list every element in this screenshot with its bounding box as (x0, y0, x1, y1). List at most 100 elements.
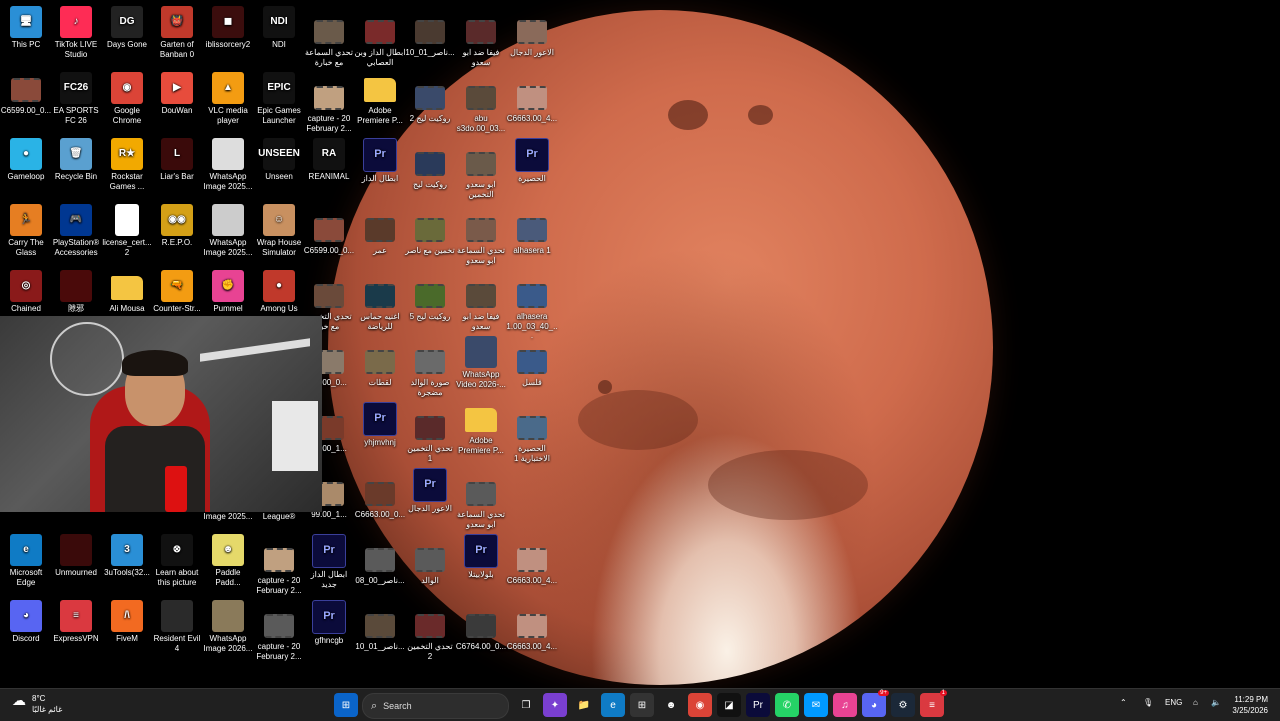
desktop-icon[interactable]: FC26 EA SPORTS FC 26 (50, 72, 102, 125)
desktop-icon[interactable]: ● Gameloop (0, 138, 52, 182)
desktop-icon[interactable]: عمر (354, 212, 406, 256)
desktop-icon[interactable]: Resident Evil 4 (151, 600, 203, 653)
desktop-icon[interactable]: الوالد (404, 542, 456, 586)
desktop-icon[interactable]: ✊ Pummel (202, 270, 254, 314)
desktop-icon[interactable]: ▶ DouWan (151, 72, 203, 116)
desktop-icon[interactable]: تحدي التخمين 1 (404, 410, 456, 463)
desktop-icon[interactable]: L Liar's Bar (151, 138, 203, 182)
microphone-icon[interactable]: 🎙 (1143, 698, 1153, 707)
desktop-icon[interactable]: اغنيه حماس للرياضة (354, 278, 406, 331)
desktop-icon[interactable]: C6663.00_4... (506, 80, 558, 124)
desktop-icon[interactable]: C6663.00_4... (506, 608, 558, 652)
desktop-icon[interactable]: WhatsApp Image 2025... (202, 204, 254, 257)
capcut-icon[interactable]: ◪ (717, 693, 741, 717)
microsoft-store-icon[interactable]: ⊞ (630, 693, 654, 717)
desktop-icon[interactable]: capture - 20 February 2... (303, 80, 355, 133)
desktop-icon[interactable]: capture - 20 February 2... (253, 542, 305, 595)
desktop-icon[interactable]: 隙邪 (50, 270, 102, 314)
desktop-icon[interactable]: ◉◉ R.E.P.O. (151, 204, 203, 248)
desktop-icon[interactable]: 🖥 This PC (0, 6, 52, 50)
desktop-icon[interactable]: 👹 Garten of Banban 0 (151, 6, 203, 59)
desktop-icon[interactable]: ☺ Wrap House Simulator (253, 204, 305, 257)
desktop-icon[interactable]: قلسل (506, 344, 558, 388)
desktop-icon[interactable]: DG Days Gone (101, 6, 153, 50)
language-indicator[interactable]: ENG (1165, 698, 1182, 707)
desktop-icon[interactable]: روكيت ليج (404, 146, 456, 190)
desktop-icon[interactable]: C6764.00_0... (455, 608, 507, 652)
desktop-icon[interactable]: Pr بلولابيتلا (455, 534, 507, 580)
desktop-icon[interactable]: 🗑 Recycle Bin (50, 138, 102, 182)
desktop-icon[interactable]: C6599.00_0... (303, 212, 355, 256)
desktop-icon[interactable]: Pr الحصيرة (506, 138, 558, 184)
desktop-icon[interactable]: ◉ Google Chrome (101, 72, 153, 125)
desktop-icon[interactable]: صورة الوالد مضجرة (404, 344, 456, 397)
desktop-icon[interactable]: Pr yhjmvhnj (354, 402, 406, 448)
desktop-icon[interactable]: تحدي التخمين 2 (404, 608, 456, 661)
desktop-icon[interactable]: الحصيرة الاختبارية 1 (506, 410, 558, 463)
webcam-caption-left[interactable]: Image 2025... (202, 512, 254, 522)
file-explorer-icon[interactable]: 📁 (572, 693, 596, 717)
desktop-icon[interactable]: ابطال الداز وبن العصابي (354, 14, 406, 67)
steam-icon[interactable]: ⚙ (891, 693, 915, 717)
desktop-icon[interactable]: e Microsoft Edge (0, 534, 52, 587)
desktop-icon[interactable]: ◎ Chained (0, 270, 52, 314)
desktop-icon[interactable]: WhatsApp Image 2025... (202, 138, 254, 191)
desktop-icon[interactable]: Adobe Premiere P... (354, 72, 406, 125)
desktop-icon[interactable]: 🎮 PlayStation® Accessories (50, 204, 102, 257)
clock[interactable]: 11:29 PM 3/25/2026 (1226, 694, 1268, 716)
desktop-icon[interactable]: Pr ابطال الداز جديد (303, 534, 355, 589)
chrome-icon[interactable]: ◉ (688, 693, 712, 717)
desktop-icon[interactable]: C6599.00_0... (0, 72, 52, 116)
desktop-icon[interactable]: 10_01_ناصر... (354, 608, 406, 652)
desktop-icon[interactable]: الاعور الدجال (506, 14, 558, 58)
desktop-icon[interactable]: C6663.00_4... (506, 542, 558, 586)
desktop-icon[interactable]: Unmourned (50, 534, 102, 578)
desktop-icon[interactable]: Pr gfhncgb (303, 600, 355, 646)
desktop-icon[interactable]: ◼ iblissorcery2 (202, 6, 254, 50)
network-icon[interactable]: ⌂ (1193, 698, 1198, 707)
desktop-icon[interactable]: Pr ابطال الداز (354, 138, 406, 184)
itunes-icon[interactable]: ♫ (833, 693, 857, 717)
desktop-icon[interactable]: alhasera 1.00_03_40_... (506, 278, 558, 341)
desktop-icon[interactable]: 🏃 Carry The Glass (0, 204, 52, 257)
desktop-icon[interactable]: ⊗ Learn about this picture (151, 534, 203, 587)
copilot-icon[interactable]: ✦ (543, 693, 567, 717)
desktop-icon[interactable]: R★ Rockstar Games ... (101, 138, 153, 191)
desktop-icon[interactable]: RA REANIMAL (303, 138, 355, 182)
webcam-caption-right[interactable]: League® (253, 512, 305, 522)
desktop-icon[interactable]: Adobe Premiere P... (455, 402, 507, 455)
chevron-up-icon[interactable]: ⌃ (1120, 698, 1127, 707)
whatsapp-icon[interactable]: ✆ (775, 693, 799, 717)
desktop-icon[interactable]: EPIC Epic Games Launcher (253, 72, 305, 125)
desktop-icon[interactable]: 10_01_ناصر... (404, 14, 456, 58)
alien-app-icon[interactable]: ☻ (659, 693, 683, 717)
edge-icon[interactable]: e (601, 693, 625, 717)
desktop-icon[interactable]: alhasera 1 (506, 212, 558, 256)
desktop-icon[interactable]: تخمين مع ناصر (404, 212, 456, 256)
desktop-icon[interactable]: WhatsApp Video 2026-... (455, 336, 507, 389)
discord-icon[interactable]: ◕ 9+ (862, 690, 889, 717)
desktop-icon[interactable]: ≡ ExpressVPN (50, 600, 102, 644)
desktop-icon[interactable]: ♪ TikTok LIVE Studio (50, 6, 102, 59)
desktop-icon[interactable]: ▲ VLC media player (202, 72, 254, 125)
desktop-icon[interactable]: روكيت ليج 5 (404, 278, 456, 322)
desktop-icon[interactable]: capture - 20 February 2... (253, 608, 305, 661)
desktop-icon[interactable]: 🔫 Counter-Str... (151, 270, 203, 314)
desktop-icon[interactable]: ابو سعدو التخمين (455, 146, 507, 199)
desktop-icon[interactable]: فيفا ضد ابو سعدو (455, 278, 507, 331)
search-box[interactable]: ⌕ Search (362, 693, 509, 719)
desktop-icon[interactable]: ☻ Paddle Padd... (202, 534, 254, 587)
desktop-icon[interactable]: ● Among Us (253, 270, 305, 314)
desktop-icon[interactable]: روكيت ليج 2 (404, 80, 456, 124)
start-button-icon[interactable]: ⊞ (334, 693, 358, 717)
desktop-icon[interactable]: 3 3uTools(32... (101, 534, 153, 578)
desktop-icon[interactable]: license_cert... 2 (101, 204, 153, 257)
desktop-icon[interactable]: تحدي السماعة ابو سعدو (455, 212, 507, 265)
weather-widget[interactable]: ☁ 8°C غائم غالبًا (12, 693, 62, 715)
desktop-icon[interactable]: abu s3do.00_03... (455, 80, 507, 133)
expressvpn-icon[interactable]: ≡ 1 (920, 690, 947, 717)
desktop-icon[interactable]: 08_00_ناصر... (354, 542, 406, 586)
desktop-icon[interactable]: /\ FiveM (101, 600, 153, 644)
desktop-icon[interactable]: لقطات (354, 344, 406, 388)
desktop-icon[interactable]: تحدي السماعة ابو سعدو (455, 476, 507, 529)
